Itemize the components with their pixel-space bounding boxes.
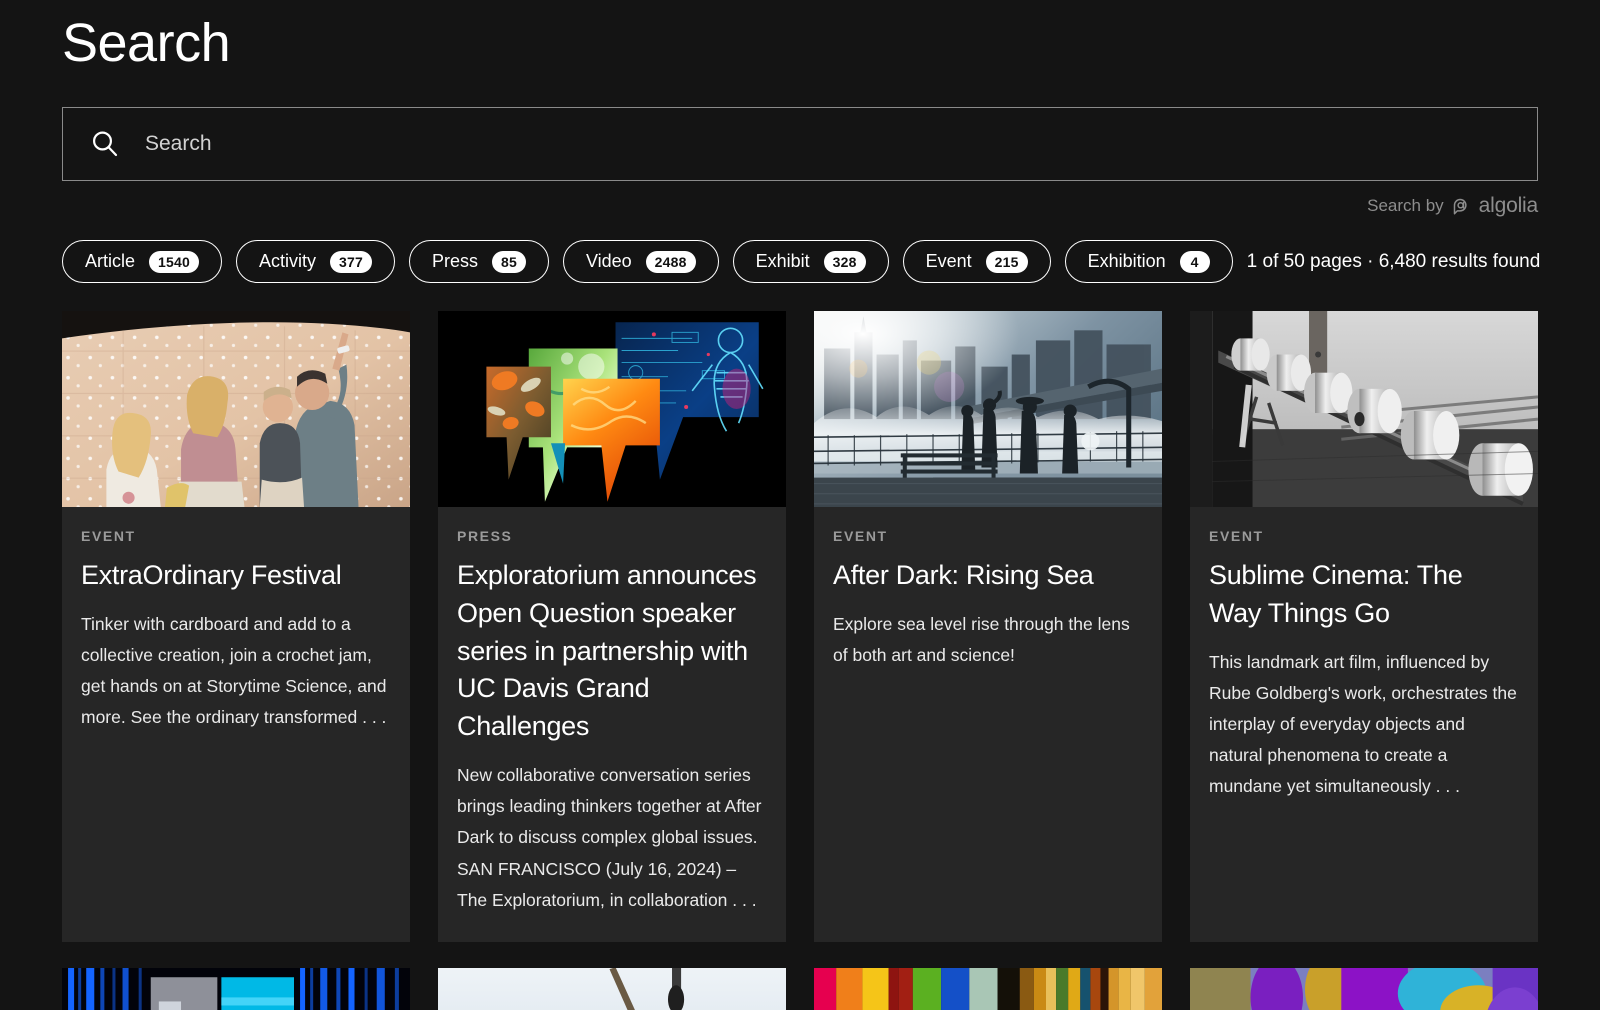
thumb-speech-bubble-collage — [438, 311, 786, 508]
result-card[interactable]: EVENT After Dark: Rising Sea Explore sea… — [814, 311, 1162, 942]
algolia-credit-label: Search by — [1367, 196, 1444, 216]
thumb-pale-sky-pole — [438, 967, 786, 1010]
results-grid: EVENT ExtraOrdinary Festival Tinker with… — [62, 311, 1538, 942]
result-card[interactable]: EVENT ExtraOrdinary Festival Tinker with… — [62, 311, 410, 942]
search-box[interactable] — [62, 107, 1538, 182]
result-card[interactable] — [438, 967, 786, 1010]
results-grid-next-row — [62, 967, 1538, 1010]
card-body: EVENT Sublime Cinema: The Way Things Go … — [1190, 507, 1538, 828]
thumb-purple-gold-blobs — [1190, 967, 1538, 1010]
card-description: Tinker with cardboard and add to a colle… — [81, 613, 392, 728]
card-description: New collaborative conversation series br… — [457, 765, 782, 910]
card-kicker: PRESS — [457, 528, 513, 545]
filter-pill-label: Exhibit — [755, 251, 810, 272]
filter-pill-count: 2488 — [645, 250, 696, 273]
card-kicker: EVENT — [833, 528, 888, 545]
filter-pill-count: 377 — [329, 250, 372, 273]
result-card[interactable]: EVENT Sublime Cinema: The Way Things Go … — [1190, 311, 1538, 942]
result-card[interactable] — [814, 967, 1162, 1010]
filter-pill-label: Press — [431, 251, 478, 272]
card-kicker: EVENT — [81, 528, 136, 545]
thumb-rainbow-color-bars — [814, 967, 1162, 1010]
filter-pill-row: Article 1540 Activity 377 Press 85 Video… — [62, 240, 1541, 284]
filter-pill-count: 328 — [823, 250, 866, 273]
card-body: EVENT ExtraOrdinary Festival Tinker with… — [62, 507, 410, 759]
filter-pill-article[interactable]: Article 1540 — [62, 240, 222, 284]
filter-pill-label: Exhibition — [1087, 251, 1166, 272]
thumb-fog-bridge-silhouettes — [814, 311, 1162, 508]
filter-pill-exhibit[interactable]: Exhibit 328 — [732, 240, 889, 284]
search-input[interactable] — [145, 132, 1511, 157]
filter-pill-label: Video — [585, 251, 632, 272]
card-title: After Dark: Rising Sea — [833, 560, 1094, 591]
filter-pill-press[interactable]: Press 85 — [408, 240, 549, 284]
thumb-blue-light-stripes — [62, 967, 410, 1010]
result-card[interactable]: PRESS Exploratorium announces Open Quest… — [438, 311, 786, 942]
filter-pill-count: 4 — [1179, 250, 1210, 273]
filter-pill-label: Activity — [258, 251, 316, 272]
card-kicker: EVENT — [1209, 528, 1264, 545]
card-body: EVENT After Dark: Rising Sea Explore sea… — [814, 507, 1162, 697]
search-icon — [89, 128, 121, 160]
filter-pill-exhibition[interactable]: Exhibition 4 — [1064, 240, 1233, 284]
thumb-bw-rolling-cylinders — [1190, 311, 1538, 508]
page-title: Search — [62, 13, 231, 73]
result-card[interactable] — [1190, 967, 1538, 1010]
filter-pill-video[interactable]: Video 2488 — [562, 240, 719, 284]
result-card[interactable] — [62, 967, 410, 1010]
filter-pill-label: Event — [925, 251, 972, 272]
filter-pill-event[interactable]: Event 215 — [902, 240, 1051, 284]
card-description: This landmark art film, influenced by Ru… — [1209, 651, 1522, 797]
filter-pill-count: 1540 — [149, 250, 199, 273]
thumb-family-pegboard-wall — [62, 311, 410, 508]
card-title: ExtraOrdinary Festival — [81, 560, 342, 591]
card-title: Sublime Cinema: The Way Things Go — [1209, 560, 1463, 628]
algolia-brand-name: algolia — [1478, 194, 1539, 218]
filter-pill-activity[interactable]: Activity 377 — [235, 240, 395, 284]
card-title: Exploratorium announces Open Question sp… — [457, 560, 757, 742]
results-count-label: 1 of 50 pages · 6,480 results found — [1246, 250, 1541, 272]
filter-pill-count: 85 — [491, 250, 526, 273]
filter-pill-count: 215 — [985, 250, 1028, 273]
algolia-logo-icon — [1451, 196, 1472, 217]
algolia-credit: Search by algolia — [62, 194, 1538, 218]
card-body: PRESS Exploratorium announces Open Quest… — [438, 507, 786, 942]
search-section: Search by algolia — [62, 107, 1538, 218]
card-description: Explore sea level rise through the lens … — [833, 613, 1135, 666]
search-results-page: Search Search by algolia — [0, 0, 1600, 1010]
filter-pill-label: Article — [85, 251, 136, 272]
